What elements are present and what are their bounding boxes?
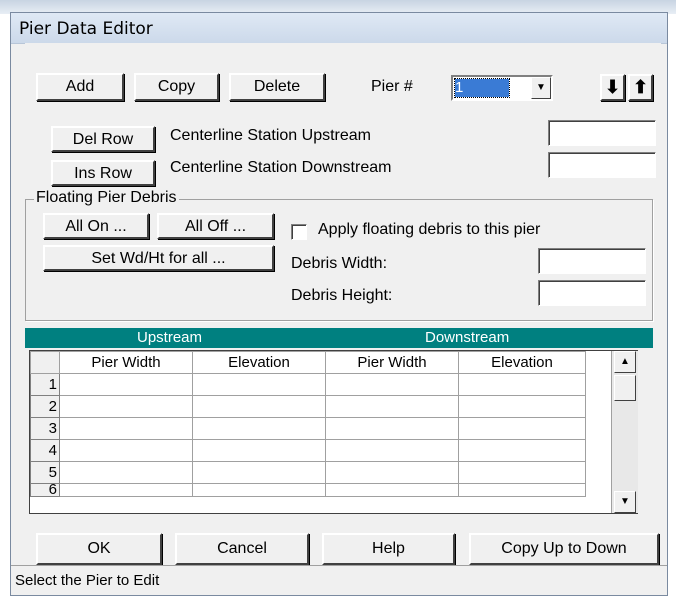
ok-button[interactable]: OK [36,533,162,565]
table-cell[interactable] [192,439,326,462]
table-cell[interactable] [59,395,193,418]
copy-button[interactable]: Copy [134,73,219,101]
column-header-downstream-elevation[interactable]: Elevation [458,351,586,374]
centerline-downstream-label: Centerline Station Downstream [170,159,392,176]
table-cell[interactable] [192,461,326,484]
help-button[interactable]: Help [322,533,455,565]
floating-pier-debris-legend: Floating Pier Debris [34,189,179,207]
debris-width-input[interactable] [538,248,646,274]
column-header-upstream-pier-width[interactable]: Pier Width [59,351,193,374]
row-number: 5 [30,461,60,484]
table-cell[interactable] [59,439,193,462]
floating-pier-debris-group: Floating Pier Debris All On ... All Off … [25,189,653,321]
pier-data-editor-window: Pier Data Editor Add Copy Delete Pier # … [10,12,668,596]
pier-number-label: Pier # [371,78,413,95]
apply-debris-label: Apply floating debris to this pier [318,221,541,238]
table-row[interactable]: 3 [30,417,586,440]
debris-height-label: Debris Height: [291,287,393,304]
chevron-down-icon[interactable]: ▼ [531,77,551,99]
pier-number-select[interactable]: 1 ▼ [451,75,553,101]
centerline-upstream-input[interactable] [548,120,656,146]
table-cell[interactable] [192,483,326,497]
table-cell[interactable] [59,417,193,440]
copy-up-to-down-button[interactable]: Copy Up to Down [469,533,659,565]
grid-vertical-scrollbar[interactable]: ▲ ▼ [611,351,638,513]
pier-number-value: 1 [454,78,510,98]
dialog-client-area: Add Copy Delete Pier # 1 ▼ ⬇ ⬆ Del Row C… [25,43,661,591]
all-on-button[interactable]: All On ... [43,213,149,239]
table-cell[interactable] [325,439,459,462]
row-number: 4 [30,439,60,462]
pier-data-table: Pier Width Elevation Pier Width Elevatio… [30,351,586,497]
table-cell[interactable] [458,373,586,396]
delete-button[interactable]: Delete [229,73,325,101]
centerline-upstream-label: Centerline Station Upstream [170,127,371,144]
downstream-group-label: Downstream [425,329,510,346]
table-row[interactable]: 4 [30,439,586,462]
row-number: 1 [30,373,60,396]
table-cell[interactable] [192,395,326,418]
debris-width-label: Debris Width: [291,255,388,272]
status-text: Select the Pier to Edit [15,572,160,589]
table-cell[interactable] [458,395,586,418]
table-row[interactable]: 5 [30,461,586,484]
column-header-upstream-elevation[interactable]: Elevation [192,351,326,374]
upstream-group-label: Upstream [137,329,203,346]
table-cell[interactable] [192,373,326,396]
add-button[interactable]: Add [36,73,124,101]
table-row[interactable]: 1 [30,373,586,396]
table-cell[interactable] [458,461,586,484]
all-off-button[interactable]: All Off ... [157,213,274,239]
table-row[interactable]: 2 [30,395,586,418]
column-header-downstream-pier-width[interactable]: Pier Width [325,351,459,374]
debris-height-input[interactable] [538,280,646,306]
centerline-downstream-input[interactable] [548,152,656,178]
grid-corner-cell [30,351,60,374]
table-cell[interactable] [325,483,459,497]
table-cell[interactable] [325,461,459,484]
table-cell[interactable] [59,373,193,396]
table-cell[interactable] [192,417,326,440]
table-row[interactable]: 6 [30,483,586,497]
table-cell[interactable] [325,417,459,440]
up-arrow-button[interactable]: ⬆ [628,74,653,101]
table-cell[interactable] [458,483,586,497]
row-number: 2 [30,395,60,418]
table-cell[interactable] [325,395,459,418]
table-cell[interactable] [458,439,586,462]
apply-debris-checkbox[interactable] [291,224,307,240]
row-number: 3 [30,417,60,440]
row-number: 6 [30,483,60,497]
status-bar: Select the Pier to Edit [11,565,667,595]
grid-group-header: Upstream Downstream [25,328,653,348]
table-cell[interactable] [458,417,586,440]
pier-data-grid[interactable]: Pier Width Elevation Pier Width Elevatio… [29,350,638,514]
ins-row-button[interactable]: Ins Row [51,160,155,186]
table-cell[interactable] [59,483,193,497]
scroll-down-icon[interactable]: ▼ [614,491,636,513]
scroll-up-icon[interactable]: ▲ [614,351,636,373]
del-row-button[interactable]: Del Row [51,126,155,152]
table-header-row: Pier Width Elevation Pier Width Elevatio… [30,351,586,374]
set-wd-ht-for-all-button[interactable]: Set Wd/Ht for all ... [43,245,274,271]
table-cell[interactable] [59,461,193,484]
cancel-button[interactable]: Cancel [175,533,309,565]
table-cell[interactable] [325,373,459,396]
down-arrow-button[interactable]: ⬇ [600,74,625,101]
title-bar[interactable]: Pier Data Editor [11,13,667,44]
scroll-thumb[interactable] [614,375,636,401]
window-title: Pier Data Editor [19,19,153,39]
